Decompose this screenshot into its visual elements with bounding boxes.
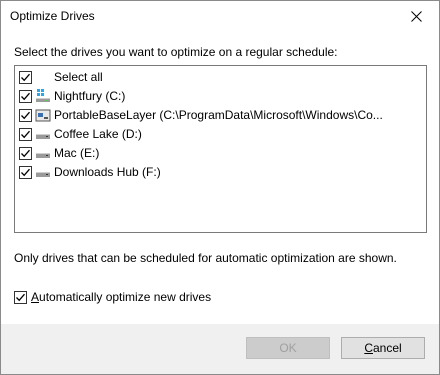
drive-checkbox[interactable] xyxy=(19,89,32,103)
auto-optimize-checkbox[interactable] xyxy=(14,290,27,304)
title-bar: Optimize Drives xyxy=(1,1,439,32)
close-button[interactable] xyxy=(393,1,439,32)
hard-drive-icon xyxy=(35,165,51,179)
drive-checkbox[interactable] xyxy=(19,108,32,122)
close-icon xyxy=(410,11,422,22)
cancel-button[interactable]: Cancel xyxy=(341,337,425,359)
auto-optimize-label: Automatically optimize new drives xyxy=(31,290,211,304)
drive-label: PortableBaseLayer (C:\ProgramData\Micros… xyxy=(54,108,383,122)
auto-optimize-mnemonic: A xyxy=(31,290,40,304)
drive-checkbox[interactable] xyxy=(19,127,32,141)
auto-optimize-option[interactable]: Automatically optimize new drives xyxy=(14,290,211,304)
hard-drive-icon xyxy=(35,127,51,141)
drive-label: Nightfury (C:) xyxy=(54,89,126,103)
windows-drive-icon xyxy=(35,89,51,103)
checkmark-icon xyxy=(16,293,25,301)
list-item-drive[interactable]: Downloads Hub (F:) xyxy=(15,163,420,181)
checkmark-icon xyxy=(21,149,30,157)
cancel-mnemonic: C xyxy=(364,341,373,355)
window-title: Optimize Drives xyxy=(10,9,95,23)
drive-label: Mac (E:) xyxy=(54,146,100,160)
select-all-label: Select all xyxy=(54,70,103,84)
list-item-select-all[interactable]: Select all xyxy=(15,68,420,86)
drive-label: Coffee Lake (D:) xyxy=(54,127,142,141)
select-all-checkbox[interactable] xyxy=(19,70,32,84)
checkmark-icon xyxy=(21,92,30,100)
portable-drive-icon xyxy=(35,108,51,122)
list-item-drive[interactable]: Coffee Lake (D:) xyxy=(15,125,420,143)
dialog-footer: OK Cancel xyxy=(1,324,439,374)
list-item-drive[interactable]: Mac (E:) xyxy=(15,144,420,162)
cancel-label-rest: ancel xyxy=(372,341,402,355)
info-note: Only drives that can be scheduled for au… xyxy=(14,251,397,265)
list-item-drive[interactable]: PortableBaseLayer (C:\ProgramData\Micros… xyxy=(15,106,420,124)
hard-drive-icon xyxy=(35,146,51,160)
drive-checkbox[interactable] xyxy=(19,165,32,179)
checkmark-icon xyxy=(21,111,30,119)
ok-button-label: OK xyxy=(279,341,297,355)
cancel-button-label: Cancel xyxy=(364,341,401,355)
drive-label: Downloads Hub (F:) xyxy=(54,165,161,179)
checkmark-icon xyxy=(21,130,30,138)
drive-list[interactable]: Select all Nightfury (C:) PortableBaseLa… xyxy=(14,65,427,233)
drive-checkbox[interactable] xyxy=(19,146,32,160)
instruction-text: Select the drives you want to optimize o… xyxy=(14,45,338,59)
auto-optimize-label-rest: utomatically optimize new drives xyxy=(39,290,212,304)
checkmark-icon xyxy=(21,168,30,176)
list-item-drive[interactable]: Nightfury (C:) xyxy=(15,87,420,105)
optimize-drives-dialog: Optimize Drives Select the drives you wa… xyxy=(0,0,440,375)
ok-button[interactable]: OK xyxy=(246,337,330,359)
checkmark-icon xyxy=(21,73,30,81)
